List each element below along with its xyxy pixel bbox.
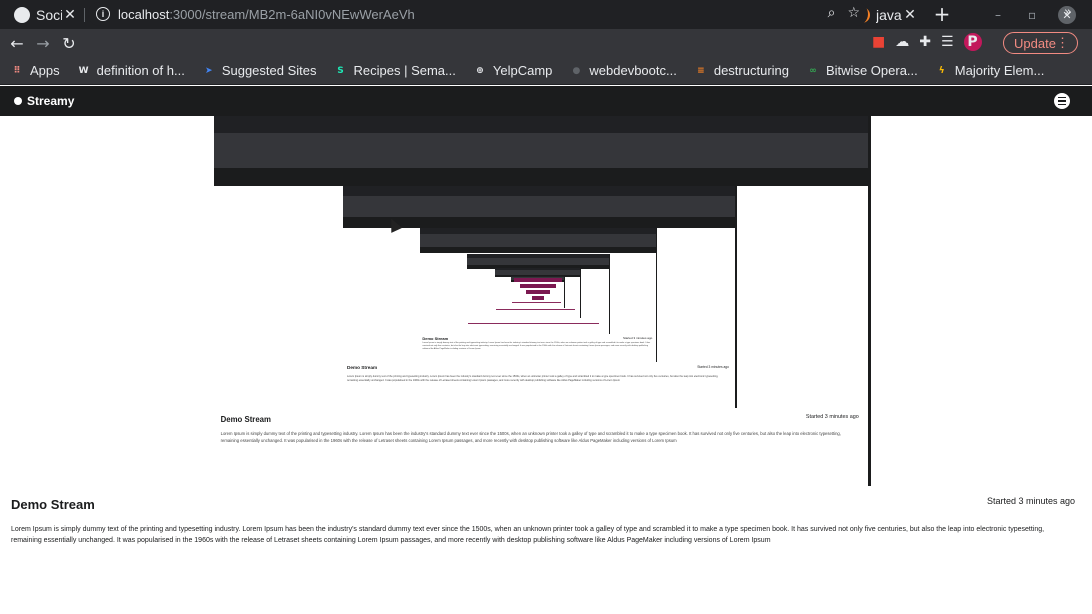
feedback-artifact (532, 296, 544, 300)
brand-logo-icon (14, 97, 22, 105)
bookmark-label: YelpCamp (492, 63, 553, 78)
apps-grid-icon: ⠿ (13, 65, 21, 76)
captured-tab-strip (343, 186, 735, 197)
captured-app-header (420, 246, 656, 254)
bookmark-item[interactable]: S Recipes | Sema... (334, 63, 456, 78)
bookmark-label: definition of h... (96, 63, 185, 78)
reading-list-icon[interactable]: ☰ (941, 34, 954, 50)
captured-app-header (214, 167, 868, 186)
extension-red-icon[interactable]: ■ (872, 34, 885, 50)
brand-link[interactable]: Streamy (14, 94, 74, 108)
s-icon: S (337, 65, 344, 76)
bookmark-item[interactable]: ϟ Majority Elem... (935, 63, 1045, 78)
extensions-area: ■ ☁ ✚ ☰ P (872, 33, 982, 51)
url-text[interactable]: localhost:3000/stream/MB2m-6aNI0vNEwWerA… (118, 7, 415, 22)
extension-cloud-icon[interactable]: ☁ (895, 34, 909, 50)
bookmark-item[interactable]: ⊕ YelpCamp (473, 63, 553, 78)
forward-arrow-icon[interactable]: → (30, 34, 56, 53)
bookmarks-overflow-icon[interactable]: » (1064, 5, 1072, 20)
bookmark-item[interactable]: ≡ destructuring (694, 63, 789, 78)
tab-close-icon[interactable]: ✕ (62, 7, 78, 23)
captured-stream-time: Started 3 minutes ago (805, 414, 859, 421)
github-icon (14, 6, 30, 23)
bookmark-label: Bitwise Opera... (826, 63, 918, 78)
back-arrow-icon[interactable]: ← (4, 34, 30, 53)
captured-stream-time: Started 3 minutes ago (622, 335, 653, 340)
captured-stream-description: Lorem Ipsum is simply dummy text of the … (220, 431, 841, 443)
browser-tab[interactable]: Socie✕ (0, 0, 84, 29)
edge-icon: ➤ (205, 65, 213, 76)
update-label: Update (1014, 35, 1056, 51)
bolt-icon: ϟ (938, 65, 945, 76)
user-menu-button[interactable] (1054, 93, 1070, 109)
captured-toolbar (467, 257, 609, 266)
captured-toolbar (420, 234, 656, 247)
tab-close-icon[interactable]: ✕ (902, 7, 918, 23)
w-icon: W (78, 65, 89, 76)
captured-text-line (495, 309, 575, 311)
captured-stream-description: Lorem Ipsum is simply dummy text of the … (346, 375, 719, 383)
tab-title: Socie (36, 6, 62, 23)
bookmark-label: Suggested Sites (221, 63, 317, 78)
bookmark-label: webdevbootc... (589, 63, 677, 78)
bookmark-item[interactable]: Wdefinition of h... (77, 63, 185, 78)
captured-stream-title: Demo Stream (346, 365, 378, 371)
feedback-artifact (514, 278, 562, 282)
stream-started-time: Started 3 minutes ago (986, 496, 1075, 506)
bookmarks-bar: ⠿ Apps Wdefinition of h... ➤ Suggested Sites… (0, 57, 1092, 85)
app-header: Streamy (0, 86, 1092, 116)
profile-avatar[interactable]: P (963, 33, 982, 51)
github-icon: ● (572, 65, 581, 76)
bookmark-item[interactable]: ● webdevbootc... (569, 63, 676, 78)
captured-toolbar (214, 133, 868, 168)
stack-icon: ≡ (697, 65, 705, 76)
captured-stream-time: Started 3 minutes ago (697, 364, 729, 369)
zoom-search-icon[interactable]: ⌕ (828, 5, 836, 21)
site-info-icon[interactable]: i (96, 7, 110, 21)
captured-text-line (468, 322, 600, 324)
minimize-icon[interactable]: – (995, 0, 1001, 29)
globe-icon: ⊕ (476, 65, 484, 76)
bookmark-item[interactable]: ➤ Suggested Sites (202, 63, 317, 78)
stream-description: Lorem Ipsum is simply dummy text of the … (11, 526, 1045, 544)
bookmark-item[interactable]: ∞ Bitwise Opera... (806, 63, 918, 78)
stream-video-player[interactable]: Demo Stream Started 3 minutes ago Lorem Ip… (214, 116, 871, 486)
bookmark-label: Apps (30, 63, 60, 78)
bookmark-item[interactable]: ⠿ Apps (10, 63, 60, 78)
link-icon: ∞ (809, 65, 817, 76)
feedback-artifact (520, 284, 556, 288)
update-button[interactable]: Update ⋮ (1003, 32, 1078, 54)
url-host: localhost (118, 6, 170, 22)
stream-title: Demo Stream (11, 497, 95, 512)
address-bar[interactable]: i localhost:3000/stream/MB2m-6aNI0vNEwWe… (88, 2, 868, 26)
feedback-artifact (526, 290, 550, 294)
extensions-puzzle-icon[interactable]: ✚ (919, 34, 931, 50)
captured-tab-strip (214, 116, 868, 134)
new-tab-button[interactable]: + (924, 0, 960, 29)
bookmark-star-icon[interactable]: ☆ (847, 5, 860, 21)
captured-text-line (511, 301, 561, 303)
bookmark-label: destructuring (713, 63, 789, 78)
restore-icon[interactable]: ▫ (1028, 0, 1036, 29)
captured-toolbar (343, 196, 735, 218)
bookmark-label: Majority Elem... (954, 63, 1045, 78)
captured-stream-title: Demo Stream (422, 335, 449, 341)
brand-name: Streamy (27, 94, 75, 108)
tab-title: javas (876, 6, 902, 23)
url-path: :3000/stream/MB2m-6aNI0vNEwWerAeVh (169, 6, 415, 22)
reload-icon[interactable]: ↻ (56, 34, 82, 53)
captured-stream-title: Demo Stream (220, 415, 271, 425)
bookmark-label: Recipes | Sema... (353, 63, 456, 78)
captured-stream-description: Lorem Ipsum is simply dummy text of the … (422, 341, 651, 350)
more-menu-icon[interactable]: ⋮ (1056, 35, 1069, 51)
